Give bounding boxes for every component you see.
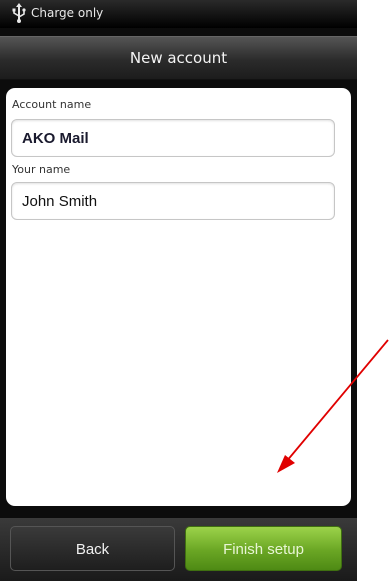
finish-setup-button[interactable]: Finish setup [185,526,342,571]
status-bar: Charge only [0,0,357,28]
phone-screen: Charge only New account Account name AKO… [0,0,357,581]
account-form: Account name AKO Mail Your name John Smi… [6,88,351,506]
your-name-field[interactable]: John Smith [11,182,335,220]
usb-icon [12,3,26,23]
page-title: New account [0,36,357,80]
status-text: Charge only [31,6,104,20]
your-name-label: Your name [12,163,71,176]
account-name-field[interactable]: AKO Mail [11,119,335,157]
button-bar: Back Finish setup [0,518,357,581]
back-button[interactable]: Back [10,526,175,571]
account-name-label: Account name [12,98,92,111]
